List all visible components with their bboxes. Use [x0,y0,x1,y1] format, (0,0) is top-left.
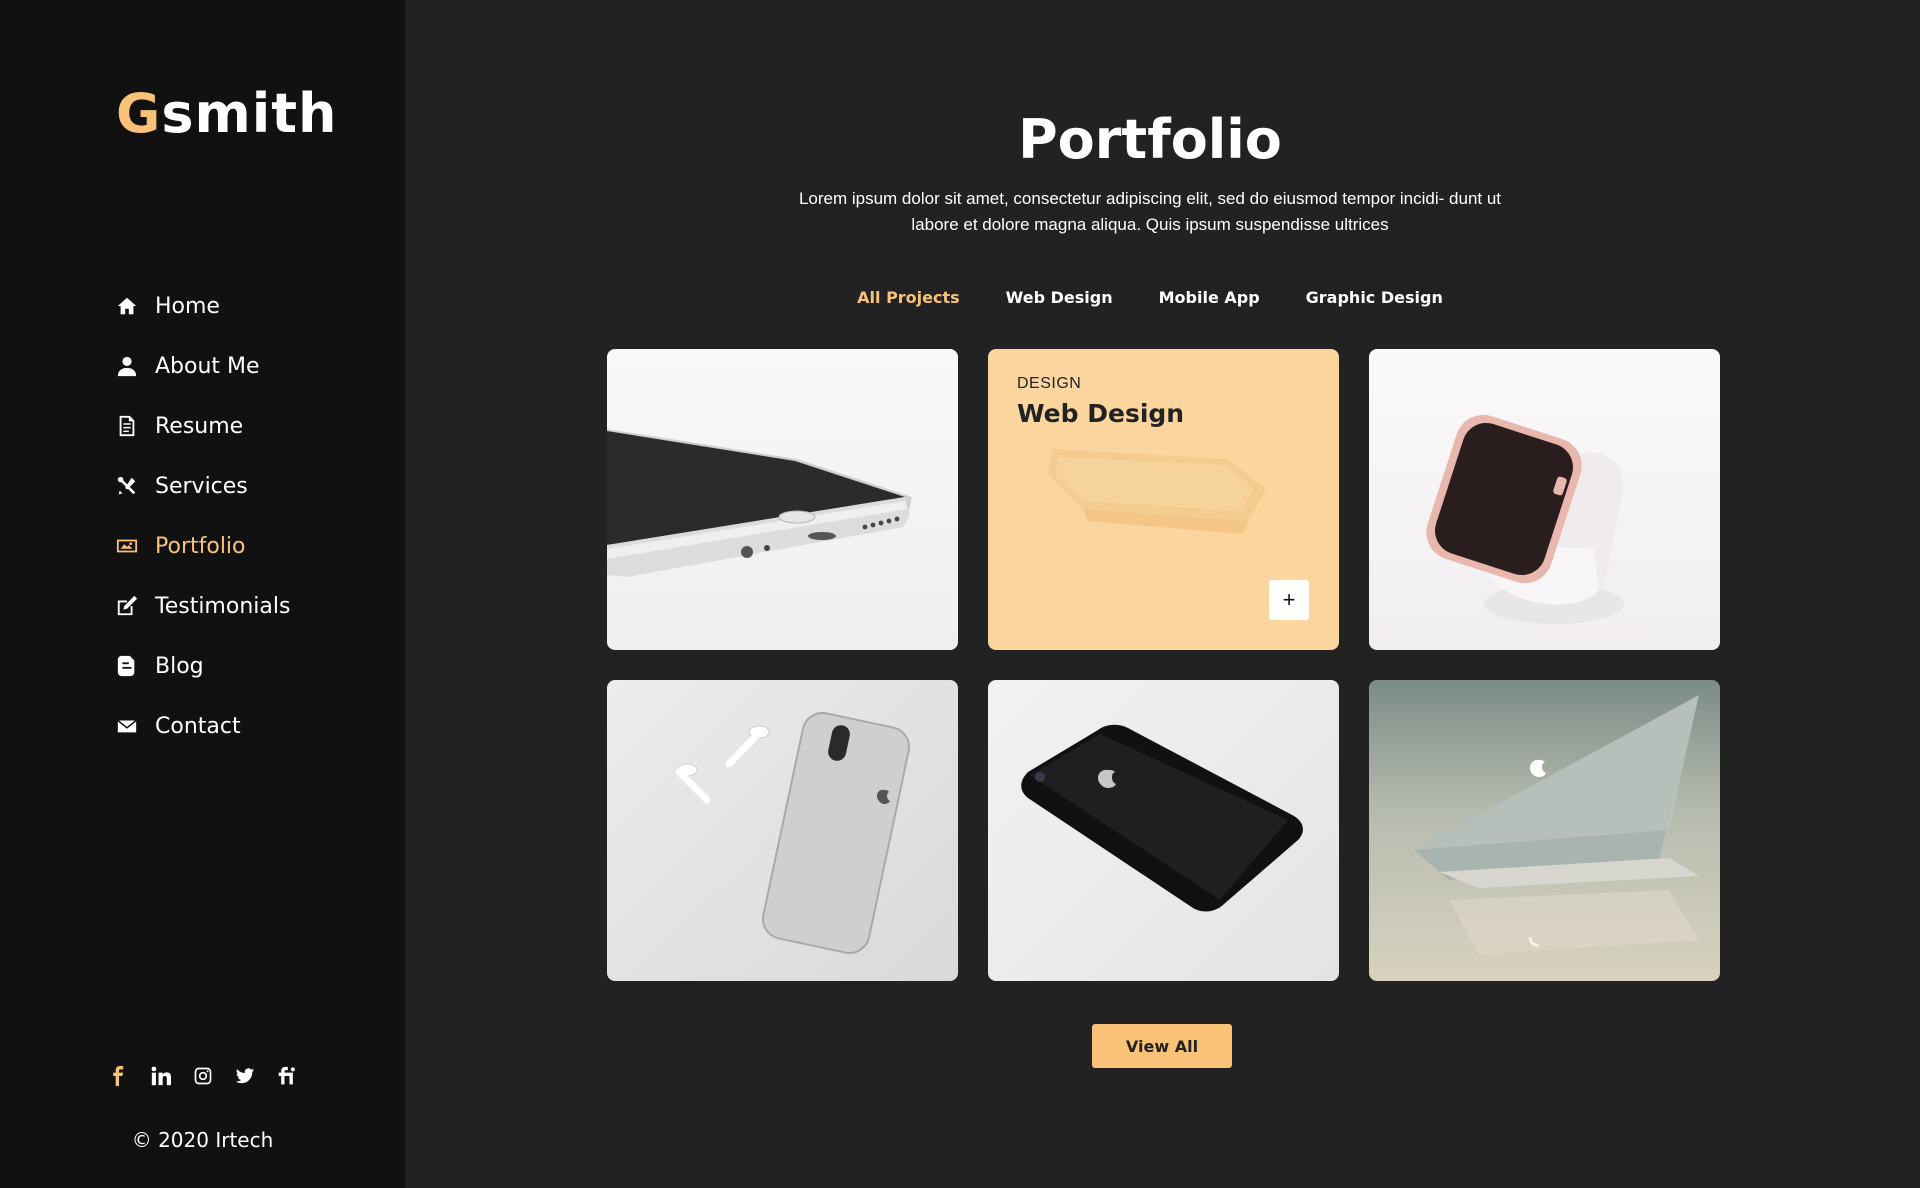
portfolio-card-apple-watch[interactable] [1369,349,1720,650]
fiverr-icon[interactable] [276,1064,298,1088]
nav-item-label: About Me [155,353,260,379]
filter-web-design[interactable]: Web Design [1006,288,1113,307]
apple-watch-image [1426,414,1624,624]
portfolio-card-iphone-x[interactable] [607,680,958,981]
portfolio-icon [116,535,138,557]
edit-icon [116,595,138,617]
portfolio-filters: All Projects Web Design Mobile App Graph… [405,288,1895,307]
sidebar: Gsmith Home About Me Resume Services Por… [0,0,405,1188]
nav-item-contact[interactable]: Contact [116,696,290,756]
resume-icon [116,415,138,437]
main-nav: Home About Me Resume Services Portfolio … [116,276,290,756]
iphone-silver-image [607,429,912,577]
social-links [108,1064,298,1088]
nav-item-home[interactable]: Home [116,276,290,336]
nav-item-label: Home [155,293,220,319]
card-title: Web Design [1017,399,1185,428]
linkedin-icon[interactable] [150,1064,172,1088]
card-category: DESIGN [1017,375,1082,392]
portfolio-card-iphone-silver[interactable] [607,349,958,650]
nav-item-resume[interactable]: Resume [116,396,290,456]
home-icon [116,295,138,317]
iphone-black-image [1021,724,1303,912]
instagram-icon[interactable] [192,1064,214,1088]
main-content: Portfolio Lorem ipsum dolor sit amet, co… [405,0,1920,1188]
nav-item-label: Portfolio [155,533,246,559]
twitter-icon[interactable] [234,1064,256,1088]
filter-all-projects[interactable]: All Projects [857,288,960,307]
plus-button[interactable]: + [1269,580,1309,620]
envelope-icon [116,715,138,737]
nav-item-about[interactable]: About Me [116,336,290,396]
page-title: Portfolio [1018,108,1282,171]
nav-item-testimonials[interactable]: Testimonials [116,576,290,636]
nav-item-label: Testimonials [155,593,291,619]
nav-item-services[interactable]: Services [116,456,290,516]
iphone-x-image [675,712,911,954]
site-logo[interactable]: Gsmith [116,82,338,145]
blog-icon [116,655,138,677]
view-all-button[interactable]: View All [1092,1024,1232,1068]
logo-text: smith [161,82,338,145]
copyright-text: © 2020 Irtech [131,1128,274,1152]
facebook-icon[interactable] [108,1064,130,1088]
nav-item-label: Resume [155,413,244,439]
portfolio-card-web-design[interactable]: DESIGN Web Design + [988,349,1339,650]
macbook-image [1414,695,1699,955]
nav-item-blog[interactable]: Blog [116,636,290,696]
logo-accent-letter: G [116,82,162,145]
filter-graphic-design[interactable]: Graphic Design [1306,288,1443,307]
tools-icon [116,475,138,497]
nav-item-label: Contact [155,713,241,739]
user-icon [116,355,138,377]
nav-item-label: Services [155,473,248,499]
portfolio-card-iphone-black[interactable] [988,680,1339,981]
portfolio-grid: DESIGN Web Design + [607,349,1720,981]
page-description: Lorem ipsum dolor sit amet, consectetur … [798,189,1502,234]
portfolio-card-macbook[interactable] [1369,680,1720,981]
nav-item-label: Blog [155,653,204,679]
nav-item-portfolio[interactable]: Portfolio [116,516,290,576]
filter-mobile-app[interactable]: Mobile App [1159,288,1260,307]
